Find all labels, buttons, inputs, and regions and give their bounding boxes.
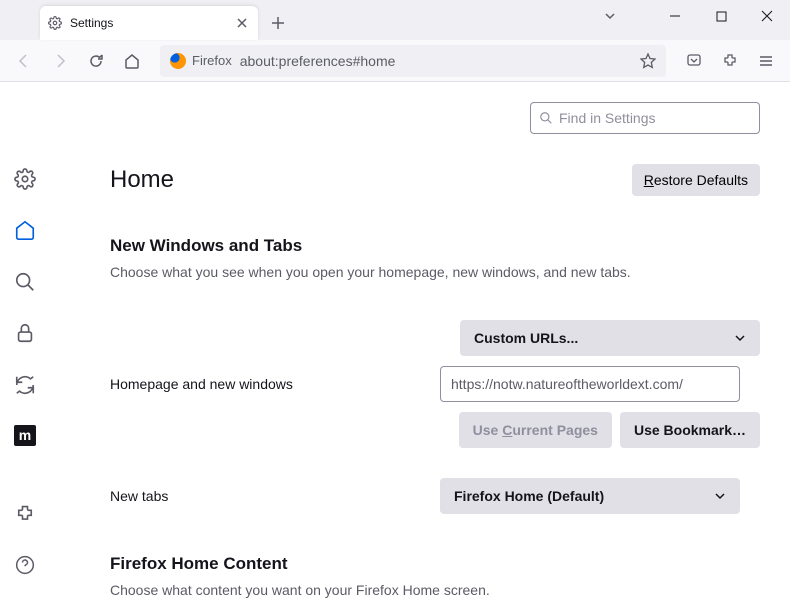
forward-button[interactable] xyxy=(44,45,76,77)
search-placeholder: Find in Settings xyxy=(559,110,656,126)
url-text: about:preferences#home xyxy=(240,53,396,69)
use-bookmark-button[interactable]: Use Bookmark… xyxy=(620,412,760,448)
sidebar-extensions-icon[interactable] xyxy=(13,502,37,526)
section-home-content-desc: Choose what content you want on your Fir… xyxy=(110,582,760,598)
sidebar-home-icon[interactable] xyxy=(13,219,37,243)
minimize-button[interactable] xyxy=(652,0,698,32)
sidebar-sync-icon[interactable] xyxy=(13,373,37,397)
extensions-icon[interactable] xyxy=(714,45,746,77)
browser-tab[interactable]: Settings xyxy=(40,6,258,40)
gear-icon xyxy=(48,16,62,30)
back-button[interactable] xyxy=(8,45,40,77)
settings-sidebar: m xyxy=(0,82,50,597)
bookmark-star-icon[interactable] xyxy=(640,53,656,69)
sidebar-privacy-icon[interactable] xyxy=(13,322,37,346)
pocket-icon[interactable] xyxy=(678,45,710,77)
reload-button[interactable] xyxy=(80,45,112,77)
home-button[interactable] xyxy=(116,45,148,77)
chevron-down-icon xyxy=(714,490,726,502)
search-icon xyxy=(539,111,553,125)
firefox-logo-icon xyxy=(170,53,186,69)
content-area: m Find in Settings Home Restore Defaults… xyxy=(0,82,790,597)
homepage-mode-select[interactable]: Custom URLs... xyxy=(460,320,760,356)
titlebar: Settings xyxy=(0,0,790,40)
tabs-dropdown-icon[interactable] xyxy=(592,0,628,32)
homepage-mode-value: Custom URLs... xyxy=(474,330,578,346)
identity-box[interactable]: Firefox xyxy=(170,53,232,69)
homepage-label: Homepage and new windows xyxy=(110,376,440,392)
sidebar-more-icon[interactable]: m xyxy=(14,425,36,447)
chevron-down-icon xyxy=(734,332,746,344)
new-tab-button[interactable] xyxy=(264,9,292,37)
nav-toolbar: Firefox about:preferences#home xyxy=(0,40,790,82)
newtabs-mode-value: Firefox Home (Default) xyxy=(454,488,604,504)
close-tab-icon[interactable] xyxy=(234,15,250,31)
window-controls xyxy=(592,0,790,32)
section-home-content-title: Firefox Home Content xyxy=(110,554,760,574)
url-bar[interactable]: Firefox about:preferences#home xyxy=(160,45,666,77)
close-window-button[interactable] xyxy=(744,0,790,32)
settings-search-input[interactable]: Find in Settings xyxy=(530,102,760,134)
newtabs-label: New tabs xyxy=(110,488,440,504)
newtabs-mode-select[interactable]: Firefox Home (Default) xyxy=(440,478,740,514)
sidebar-search-icon[interactable] xyxy=(13,270,37,294)
tab-title: Settings xyxy=(70,16,226,30)
sidebar-general-icon[interactable] xyxy=(13,167,37,191)
app-menu-icon[interactable] xyxy=(750,45,782,77)
maximize-button[interactable] xyxy=(698,0,744,32)
page-title: Home xyxy=(110,166,632,194)
sidebar-help-icon[interactable] xyxy=(13,554,37,578)
use-current-pages-button[interactable]: Use Current Pages xyxy=(459,412,612,448)
section-new-windows-desc: Choose what you see when you open your h… xyxy=(110,264,760,280)
restore-defaults-button[interactable]: Restore Defaults xyxy=(632,164,760,196)
identity-label: Firefox xyxy=(192,53,232,68)
homepage-url-input[interactable] xyxy=(440,366,740,402)
section-new-windows-title: New Windows and Tabs xyxy=(110,236,760,256)
settings-main: Find in Settings Home Restore Defaults N… xyxy=(50,82,790,597)
